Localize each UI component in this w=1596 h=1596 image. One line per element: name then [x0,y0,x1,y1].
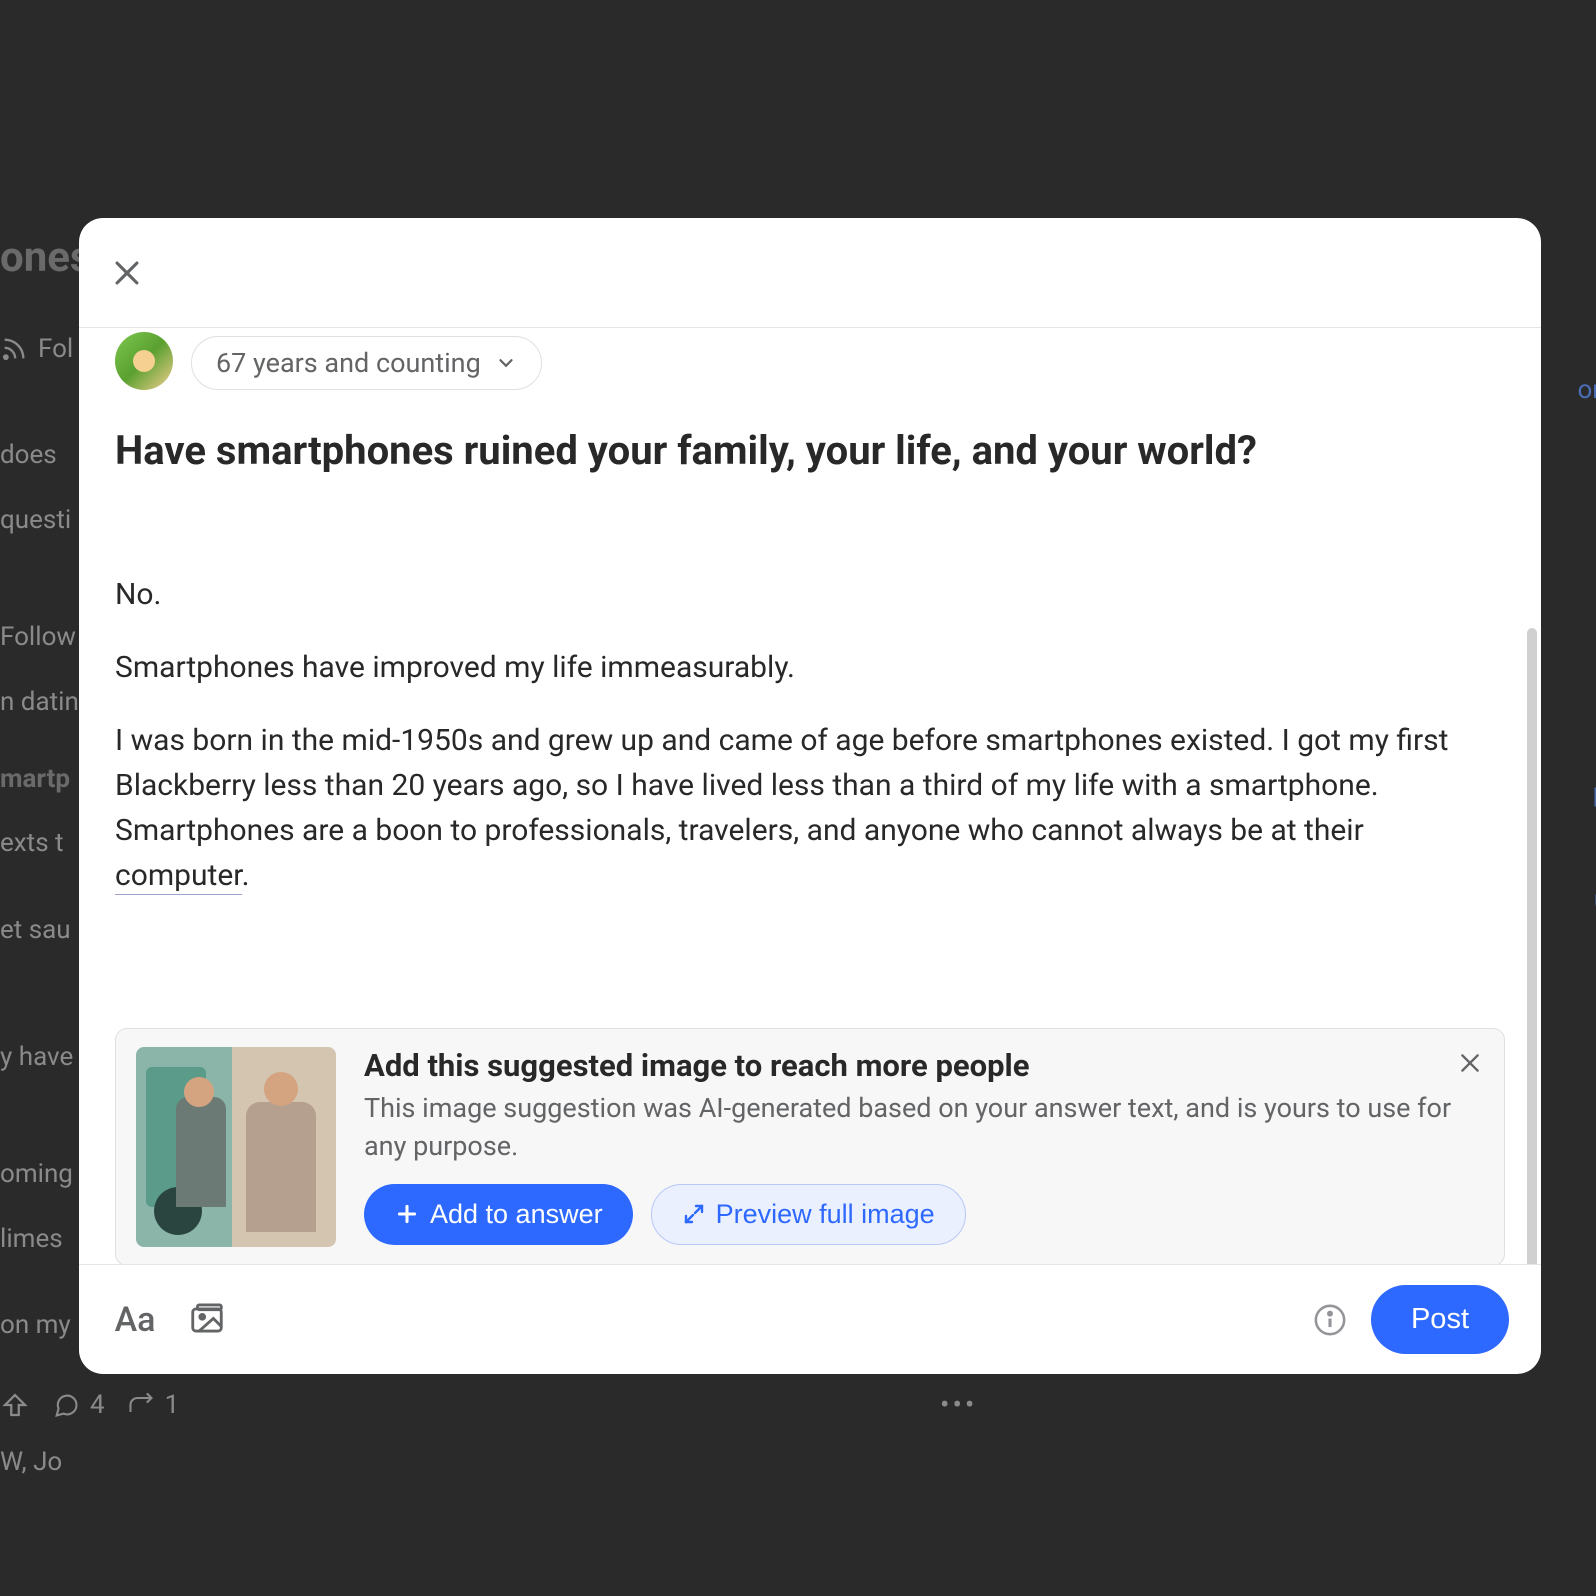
background-content: ones Fol does questi Follow n datin mart… [0,240,92,1504]
suggested-image-thumbnail[interactable] [136,1047,336,1247]
scrollbar-thumb[interactable] [1527,628,1537,1264]
author-row: 67 years and counting [115,336,1505,390]
suggestion-close-button[interactable] [1454,1047,1486,1079]
chevron-down-icon [495,352,517,374]
share-icon [127,1391,155,1419]
comment-icon [52,1391,80,1419]
suggestion-actions: Add to answer Preview full image [364,1184,1484,1245]
close-icon [1457,1050,1483,1076]
answer-modal: 67 years and counting Have smartphones r… [79,218,1541,1374]
plus-icon [394,1201,420,1227]
author-avatar[interactable] [115,332,173,390]
background-right-links: nily ompl ife? peo ur li [1577,260,1596,984]
expand-icon [682,1202,706,1226]
close-icon [110,256,144,290]
rss-icon [0,335,28,363]
modal-header [79,218,1541,328]
upvote-icon [0,1390,30,1420]
question-title: Have smartphones ruined your family, you… [115,426,1505,476]
background-actions-row: 4 1 [0,1390,179,1420]
preview-full-image-button[interactable]: Preview full image [651,1184,966,1245]
image-icon [188,1301,226,1339]
computer-link[interactable]: computer [115,858,242,895]
post-button[interactable]: Post [1371,1285,1509,1354]
suggestion-content: Add this suggested image to reach more p… [364,1047,1484,1247]
credential-selector[interactable]: 67 years and counting [191,336,542,390]
image-suggestion-card: Add this suggested image to reach more p… [115,1028,1505,1264]
close-button[interactable] [107,253,147,293]
answer-paragraph-1: No. [115,572,1505,617]
modal-body: 67 years and counting Have smartphones r… [79,328,1541,1264]
modal-footer: Aa Post [79,1264,1541,1374]
info-icon [1313,1303,1347,1337]
answer-paragraph-2: Smartphones have improved my life immeas… [115,645,1505,690]
suggestion-description: This image suggestion was AI-generated b… [364,1090,1484,1166]
info-button[interactable] [1313,1303,1347,1337]
answer-editor[interactable]: No. Smartphones have improved my life im… [115,572,1505,898]
text-format-button[interactable]: Aa [111,1296,159,1344]
credential-label: 67 years and counting [216,347,481,379]
answer-paragraph-3: I was born in the mid-1950s and grew up … [115,718,1505,898]
background-more-dots: ••• [940,1388,977,1421]
suggestion-title: Add this suggested image to reach more p… [364,1047,1484,1084]
add-to-answer-button[interactable]: Add to answer [364,1184,633,1245]
image-insert-button[interactable] [183,1296,231,1344]
